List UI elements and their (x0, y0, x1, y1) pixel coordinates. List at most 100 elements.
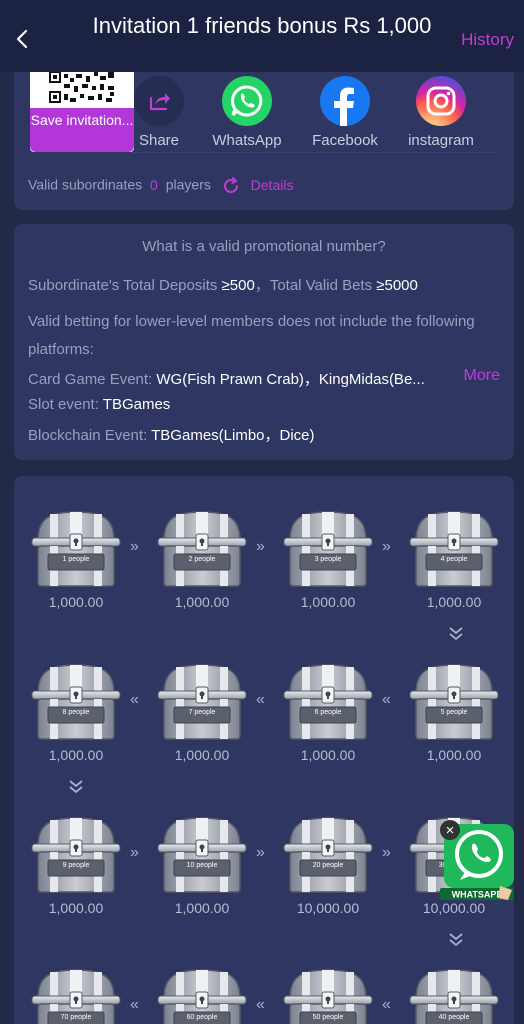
right-chevrons-icon: » (382, 844, 391, 861)
bonus-chest[interactable]: 3 people (282, 510, 374, 588)
right-chevrons-icon: » (256, 538, 265, 555)
slot-event: Slot event: TBGames (28, 396, 170, 413)
down-chevrons-icon (449, 627, 463, 641)
divider (132, 152, 496, 153)
card-game-value: WG(Fish Prawn Crab)，KingMidas(Be... (156, 371, 425, 388)
chest-people-label: 2 people (188, 556, 216, 563)
bonus-chest[interactable]: 70 people (30, 968, 122, 1024)
blockchain-label: Blockchain Event: (28, 427, 152, 444)
card-game-label: Card Game Event: (28, 371, 157, 388)
chest-amount: 1,000.00 (426, 747, 482, 763)
bonus-chest[interactable]: 7 people (156, 663, 248, 741)
facebook-share-button[interactable]: Facebook (308, 76, 382, 149)
bonus-chest[interactable]: 60 people (156, 968, 248, 1024)
chest-people-label: 20 people (312, 862, 344, 869)
bonus-chest[interactable]: 8 people (30, 663, 122, 741)
blockchain-value: TBGames(Limbo，Dice) (151, 427, 315, 444)
deposits-value: ≥500 (221, 277, 255, 294)
right-chevrons-icon: » (130, 844, 139, 861)
bonus-chest[interactable]: 10 people (156, 816, 248, 894)
down-chevrons-icon (449, 933, 463, 947)
save-invitation-label: Save invitation... (30, 112, 134, 128)
refresh-icon[interactable] (221, 176, 241, 196)
app-header: Invitation 1 friends bonus Rs 1,000 Hist… (0, 0, 524, 72)
floating-whatsapp-button[interactable]: WHATSAPP × (438, 818, 518, 904)
bonus-chest[interactable]: 1 people (30, 510, 122, 588)
share-icon (134, 76, 184, 126)
bets-value: ≥5000 (376, 277, 418, 294)
chest-people-label: 70 people (60, 1014, 92, 1021)
chest-amount: 1,000.00 (300, 594, 356, 610)
facebook-label: Facebook (312, 132, 378, 149)
chest-people-label: 7 people (188, 709, 216, 716)
chest-amount: 1,000.00 (300, 747, 356, 763)
chest-people-label: 60 people (186, 1014, 218, 1021)
slot-label: Slot event: (28, 396, 103, 413)
chest-people-label: 8 people (62, 709, 90, 716)
rules-card: What is a valid promotional number? Subo… (14, 224, 514, 460)
chest-people-label: 1 people (62, 556, 90, 563)
bonus-chest[interactable]: 4 people (408, 510, 500, 588)
card-game-event: Card Game Event: WG(Fish Prawn Crab)，Kin… (28, 368, 468, 389)
right-chevrons-icon: » (382, 538, 391, 555)
blockchain-event: Blockchain Event: TBGames(Limbo，Dice) (28, 424, 315, 445)
subs-label: Valid subordinates (28, 176, 143, 193)
slot-value: TBGames (102, 396, 171, 413)
right-chevrons-icon: » (256, 844, 265, 861)
instagram-label: instagram (408, 132, 474, 149)
page-title: Invitation 1 friends bonus Rs 1,000 (92, 13, 432, 38)
left-chevrons-icon: « (382, 996, 391, 1013)
whatsapp-label: WhatsApp (212, 132, 282, 149)
whatsapp-badge-icon: WHATSAPP × (440, 820, 514, 900)
save-invitation-button[interactable]: Save invitation... (30, 108, 134, 152)
whatsapp-icon (222, 76, 272, 126)
back-arrow-icon[interactable] (10, 26, 36, 52)
share-label: Share (138, 132, 180, 149)
instagram-icon (416, 76, 466, 126)
left-chevrons-icon: « (382, 691, 391, 708)
history-link[interactable]: History (461, 30, 514, 50)
chest-amount: 1,000.00 (48, 900, 104, 916)
facebook-icon (320, 76, 370, 126)
chest-amount: 1,000.00 (48, 747, 104, 763)
bonus-chest[interactable]: 20 people (282, 816, 374, 894)
subs-count: 0 (150, 176, 158, 193)
chest-people-label: 3 people (314, 556, 342, 563)
more-link[interactable]: More (461, 367, 500, 385)
chest-amount: 1,000.00 (426, 594, 482, 610)
bets-label: ，Total Valid Bets (254, 277, 377, 294)
chest-amount: 1,000.00 (174, 594, 230, 610)
chest-amount: 10,000.00 (296, 900, 360, 916)
chest-people-label: 6 people (314, 709, 342, 716)
rules-title: What is a valid promotional number? (142, 238, 386, 255)
chest-amount: 1,000.00 (174, 900, 230, 916)
right-chevrons-icon: » (130, 538, 139, 555)
bonus-chest[interactable]: 2 people (156, 510, 248, 588)
left-chevrons-icon: « (256, 996, 265, 1013)
bonus-chests-card: 1 people 1,000.00 2 people 1,000.00 3 pe… (14, 476, 514, 1024)
bonus-chest[interactable]: 6 people (282, 663, 374, 741)
details-link[interactable]: Details (251, 177, 294, 193)
chest-people-label: 50 people (312, 1014, 344, 1021)
share-button[interactable]: Share (132, 76, 186, 149)
deposits-label: Subordinate's Total Deposits (28, 277, 222, 294)
instagram-share-button[interactable]: instagram (404, 76, 478, 149)
share-card: Save invitation... Share WhatsApp Facebo… (14, 72, 514, 210)
floating-whatsapp-label: WHATSAPP (452, 890, 503, 900)
deposit-requirement: Subordinate's Total Deposits ≥500，Total … (28, 274, 418, 295)
down-chevrons-icon (69, 780, 83, 794)
valid-subordinates-row: Valid subordinates 0 players Details (28, 176, 293, 196)
chest-people-label: 40 people (438, 1014, 470, 1021)
left-chevrons-icon: « (130, 691, 139, 708)
bonus-chest[interactable]: 40 people (408, 968, 500, 1024)
chest-people-label: 4 people (440, 556, 468, 563)
left-chevrons-icon: « (256, 691, 265, 708)
bonus-chest[interactable]: 9 people (30, 816, 122, 894)
chest-people-label: 10 people (186, 862, 218, 869)
excluded-platforms-note: Valid betting for lower-level members do… (28, 313, 475, 358)
whatsapp-share-button[interactable]: WhatsApp (209, 76, 285, 149)
bonus-chest[interactable]: 50 people (282, 968, 374, 1024)
bonus-chest[interactable]: 5 people (408, 663, 500, 741)
floating-close-icon[interactable]: × (446, 822, 455, 839)
left-chevrons-icon: « (130, 996, 139, 1013)
